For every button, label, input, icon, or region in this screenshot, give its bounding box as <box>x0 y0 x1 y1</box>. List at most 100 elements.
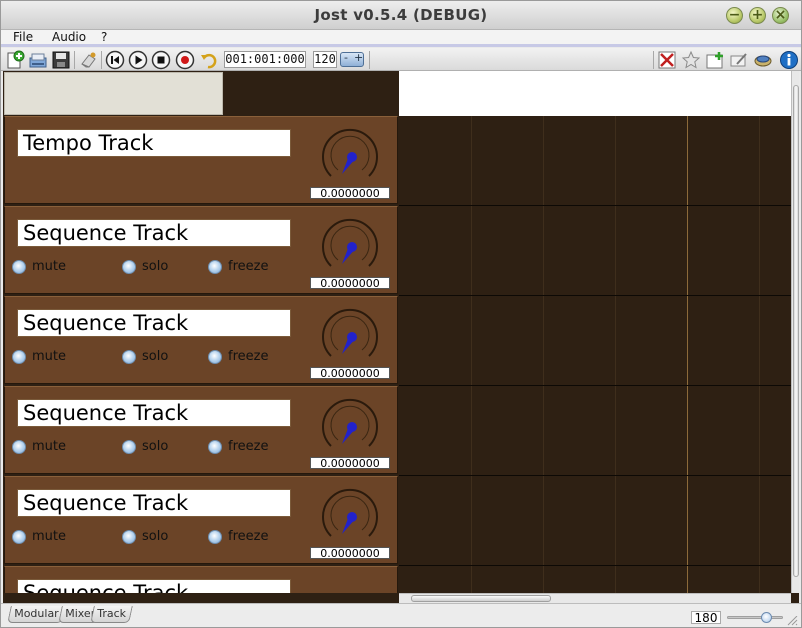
volume-value[interactable]: 0.0000000 <box>310 277 390 289</box>
sequence-track-lane[interactable]: Sequence Track <box>4 566 398 593</box>
beat-line <box>471 116 472 593</box>
menu-file[interactable]: File <box>13 30 33 45</box>
increment-icon[interactable]: + <box>354 51 363 64</box>
play-icon[interactable] <box>128 50 148 70</box>
mute-label: mute <box>32 259 66 274</box>
menu-audio[interactable]: Audio <box>52 30 86 45</box>
radio-icon[interactable] <box>12 260 26 274</box>
erase-icon[interactable] <box>79 50 99 70</box>
toolbar-separator <box>369 51 370 69</box>
solo-toggle[interactable]: solo <box>122 350 168 364</box>
row-line <box>399 385 791 386</box>
freeze-toggle[interactable]: freeze <box>208 350 268 364</box>
maximize-button[interactable]: + <box>749 7 766 24</box>
tempo-field[interactable]: 120 <box>313 51 337 68</box>
loop-icon[interactable] <box>199 50 219 70</box>
radio-icon[interactable] <box>208 350 222 364</box>
track-name-field[interactable]: Sequence Track <box>17 579 291 593</box>
close-icon: × <box>774 7 787 23</box>
zoom-slider-handle[interactable] <box>761 612 772 623</box>
timeline-ruler[interactable] <box>399 71 791 116</box>
freeze-toggle[interactable]: freeze <box>208 260 268 274</box>
track-name-field[interactable]: Sequence Track <box>17 399 291 427</box>
mute-toggle[interactable]: mute <box>12 260 66 274</box>
mute-toggle[interactable]: mute <box>12 530 66 544</box>
zoom-slider[interactable] <box>727 616 783 619</box>
tab-modular[interactable]: Modular <box>7 606 66 623</box>
position-display[interactable]: 001:001:000 <box>224 51 306 68</box>
tempo-stepper[interactable]: - + <box>340 51 364 67</box>
toolbar-separator <box>101 51 102 69</box>
freeze-toggle[interactable]: freeze <box>208 530 268 544</box>
radio-icon[interactable] <box>12 350 26 364</box>
zoom-value[interactable]: 180 <box>691 611 721 624</box>
star-icon[interactable] <box>681 50 701 70</box>
horizontal-scrollbar[interactable] <box>399 593 791 603</box>
volume-knob[interactable] <box>319 126 381 184</box>
volume-value[interactable]: 0.0000000 <box>310 457 390 469</box>
sequence-track-lane[interactable]: Sequence Track 0.0000000 mute solo freeze <box>4 296 398 384</box>
vertical-scrollbar[interactable] <box>791 71 799 593</box>
mute-toggle[interactable]: mute <box>12 440 66 454</box>
rewind-icon[interactable] <box>105 50 125 70</box>
radio-icon[interactable] <box>122 260 136 274</box>
new-icon[interactable] <box>5 50 25 70</box>
toolbar-separator <box>74 51 75 69</box>
info-icon[interactable] <box>779 50 799 70</box>
tab-track[interactable]: Track <box>90 606 133 623</box>
track-name-field[interactable]: Sequence Track <box>17 489 291 517</box>
sequence-track-lane[interactable]: Sequence Track 0.0000000 mute solo freeze <box>4 386 398 474</box>
close-button[interactable]: × <box>772 7 789 24</box>
solo-toggle[interactable]: solo <box>122 440 168 454</box>
volume-knob[interactable] <box>319 216 381 274</box>
radio-icon[interactable] <box>12 530 26 544</box>
plugin-icon[interactable] <box>753 50 773 70</box>
sequence-track-lane[interactable]: Sequence Track 0.0000000 mute solo freeze <box>4 476 398 564</box>
radio-icon[interactable] <box>208 440 222 454</box>
add-track-icon[interactable] <box>705 50 725 70</box>
horizontal-scroll-thumb[interactable] <box>411 595 551 602</box>
radio-icon[interactable] <box>122 530 136 544</box>
solo-toggle[interactable]: solo <box>122 260 168 274</box>
expand-icon[interactable] <box>657 50 677 70</box>
track-name-field[interactable]: Sequence Track <box>17 219 291 247</box>
record-icon[interactable] <box>175 50 195 70</box>
vertical-scroll-thumb[interactable] <box>793 85 799 577</box>
window-title: Jost v0.5.4 (DEBUG) <box>314 6 488 24</box>
open-icon[interactable] <box>28 50 48 70</box>
resize-grip-icon[interactable] <box>786 616 798 626</box>
radio-icon[interactable] <box>208 260 222 274</box>
mute-toggle[interactable]: mute <box>12 350 66 364</box>
sequence-grid[interactable] <box>399 116 791 593</box>
radio-icon[interactable] <box>122 440 136 454</box>
decrement-icon[interactable]: - <box>344 51 348 64</box>
sequence-track-lane[interactable]: Sequence Track 0.0000000 mute solo freeze <box>4 206 398 294</box>
edit-icon[interactable] <box>729 50 749 70</box>
mute-label: mute <box>32 349 66 364</box>
minimize-button[interactable]: − <box>726 7 743 24</box>
volume-value[interactable]: 0.0000000 <box>310 367 390 379</box>
menu-bar: File Audio ? <box>1 30 801 47</box>
tab-label: Modular <box>14 607 59 620</box>
playhead[interactable] <box>687 116 688 593</box>
save-icon[interactable] <box>51 50 71 70</box>
volume-value[interactable]: 0.0000000 <box>310 187 390 199</box>
radio-icon[interactable] <box>12 440 26 454</box>
volume-knob[interactable] <box>319 396 381 454</box>
track-name-field[interactable]: Sequence Track <box>17 309 291 337</box>
freeze-toggle[interactable]: freeze <box>208 440 268 454</box>
title-bar[interactable]: Jost v0.5.4 (DEBUG) − + × <box>1 1 801 30</box>
track-name-field[interactable]: Tempo Track <box>17 129 291 157</box>
status-bar: Modular Mixer Track 180 <box>1 603 801 627</box>
radio-icon[interactable] <box>122 350 136 364</box>
solo-label: solo <box>142 529 169 544</box>
solo-toggle[interactable]: solo <box>122 530 168 544</box>
volume-knob[interactable] <box>319 306 381 364</box>
volume-knob[interactable] <box>319 486 381 544</box>
tempo-track-lane[interactable]: Tempo Track 0.0000000 <box>4 116 398 204</box>
menu-help[interactable]: ? <box>101 30 107 45</box>
stop-icon[interactable] <box>151 50 171 70</box>
freeze-label: freeze <box>228 529 269 544</box>
radio-icon[interactable] <box>208 530 222 544</box>
volume-value[interactable]: 0.0000000 <box>310 547 390 559</box>
